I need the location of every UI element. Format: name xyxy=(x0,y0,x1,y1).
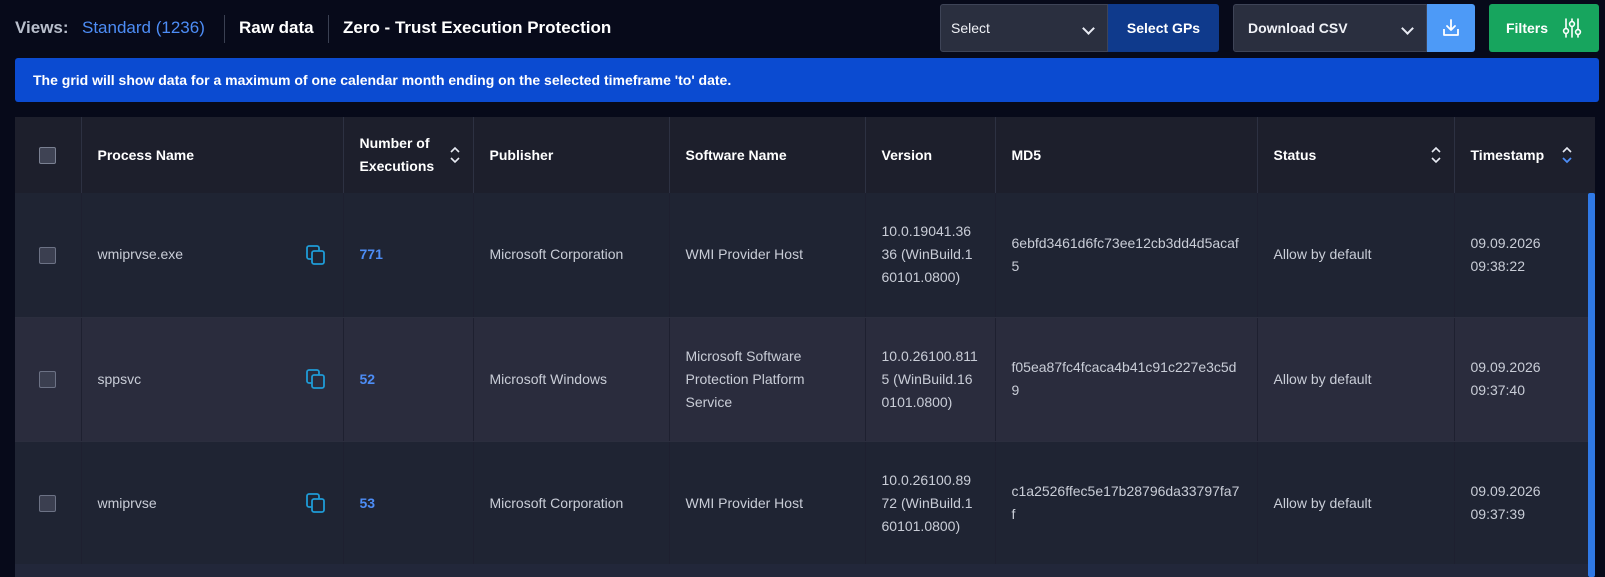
select-gps-button[interactable]: Select GPs xyxy=(1108,4,1219,52)
partial-next-row xyxy=(15,564,1588,577)
view-zero-trust-link[interactable]: Zero - Trust Execution Protection xyxy=(343,18,611,38)
column-header-executions[interactable]: Number of Executions xyxy=(343,117,474,193)
row-select-cell xyxy=(15,441,82,566)
column-header-status-label: Status xyxy=(1273,146,1317,163)
timestamp-cell: 09.09.2026 09:38:22 xyxy=(1454,193,1595,318)
column-header-publisher[interactable]: Publisher xyxy=(473,117,670,193)
view-standard-link[interactable]: Standard (1236) xyxy=(82,18,205,38)
sliders-icon xyxy=(1562,18,1582,38)
download-format-dropdown[interactable]: Download CSV xyxy=(1233,4,1427,52)
table-row[interactable]: wmiprvse 53 Microsoft Corporation WMI Pr… xyxy=(15,441,1595,566)
process-name-cell: sppsvc xyxy=(81,317,344,442)
download-button[interactable] xyxy=(1427,4,1475,52)
download-format-value: Download CSV xyxy=(1248,20,1348,36)
publisher-cell: Microsoft Corporation xyxy=(473,193,670,318)
sort-icon[interactable] xyxy=(449,144,461,166)
column-header-status[interactable]: Status xyxy=(1257,117,1455,193)
timestamp-cell: 09.09.2026 09:37:40 xyxy=(1454,317,1595,442)
column-header-process[interactable]: Process Name xyxy=(81,117,344,193)
publisher-cell: Microsoft Windows xyxy=(473,317,670,442)
status-cell: Allow by default xyxy=(1257,317,1455,442)
select-all-cell xyxy=(15,117,82,193)
table-row[interactable]: wmiprvse.exe 771 Microsoft Corporation W… xyxy=(15,193,1595,318)
copy-icon[interactable] xyxy=(305,492,327,514)
sort-descending-icon[interactable] xyxy=(1561,144,1573,166)
table-header-row: Process Name Number of Executions Publis… xyxy=(15,117,1595,193)
view-divider xyxy=(328,15,329,43)
software-name-cell: WMI Provider Host xyxy=(669,441,866,566)
column-header-executions-label: Number of Executions xyxy=(359,135,435,174)
copy-icon[interactable] xyxy=(305,368,327,390)
process-name: wmiprvse.exe xyxy=(97,246,184,263)
md5-cell: f05ea87fc4fcaca4b41c91c227e3c5d9 xyxy=(995,317,1258,442)
status-cell: Allow by default xyxy=(1257,441,1455,566)
row-checkbox[interactable] xyxy=(39,247,57,265)
row-checkbox[interactable] xyxy=(39,371,57,389)
gp-select-value: Select xyxy=(951,20,990,36)
process-name-cell: wmiprvse xyxy=(81,441,344,566)
grid-scrollbar[interactable] xyxy=(1588,193,1595,577)
info-banner: The grid will show data for a maximum of… xyxy=(15,58,1599,102)
executions-cell: 771 xyxy=(343,193,474,318)
download-icon xyxy=(1443,19,1459,36)
publisher-cell: Microsoft Corporation xyxy=(473,441,670,566)
table-row[interactable]: sppsvc 52 Microsoft Windows Microsoft So… xyxy=(15,317,1595,442)
software-name-cell: Microsoft Software Protection Platform S… xyxy=(669,317,866,442)
status-cell: Allow by default xyxy=(1257,193,1455,318)
chevron-down-icon xyxy=(1401,22,1414,35)
timestamp-cell: 09.09.2026 09:37:39 xyxy=(1454,441,1595,566)
view-divider xyxy=(224,15,225,43)
md5-cell: c1a2526ffec5e17b28796da33797fa7f xyxy=(995,441,1258,566)
version-cell: 10.0.26100.8972 (WinBuild.160101.0800) xyxy=(865,441,996,566)
row-checkbox[interactable] xyxy=(39,495,57,513)
process-name: wmiprvse xyxy=(97,494,157,511)
views-label: Views: xyxy=(15,18,69,37)
version-cell: 10.0.19041.3636 (WinBuild.160101.0800) xyxy=(865,193,996,318)
row-select-cell xyxy=(15,317,82,442)
filters-label: Filters xyxy=(1505,20,1548,36)
copy-icon[interactable] xyxy=(305,244,327,266)
column-header-md5[interactable]: MD5 xyxy=(995,117,1258,193)
info-banner-text: The grid will show data for a maximum of… xyxy=(33,72,732,88)
executions-cell: 53 xyxy=(343,441,474,566)
column-header-timestamp[interactable]: Timestamp xyxy=(1454,117,1595,193)
version-cell: 10.0.26100.8115 (WinBuild.160101.0800) xyxy=(865,317,996,442)
view-raw-data-link[interactable]: Raw data xyxy=(239,18,314,38)
executions-link[interactable]: 52 xyxy=(360,371,376,387)
process-name: sppsvc xyxy=(97,370,142,387)
executions-link[interactable]: 53 xyxy=(360,495,376,511)
chevron-down-icon xyxy=(1082,22,1095,35)
process-name-cell: wmiprvse.exe xyxy=(81,193,344,318)
filters-button[interactable]: Filters xyxy=(1489,4,1599,52)
software-name-cell: WMI Provider Host xyxy=(669,193,866,318)
md5-cell: 6ebfd3461d6fc73ee12cb3dd4d5acaf5 xyxy=(995,193,1258,318)
gp-select-dropdown[interactable]: Select xyxy=(940,4,1108,52)
row-select-cell xyxy=(15,193,82,318)
top-toolbar: Views: Standard (1236) Raw data Zero - T… xyxy=(0,0,1605,56)
executions-link[interactable]: 771 xyxy=(360,246,383,262)
column-header-timestamp-label: Timestamp xyxy=(1470,146,1545,163)
executions-cell: 52 xyxy=(343,317,474,442)
column-header-version[interactable]: Version xyxy=(865,117,996,193)
data-grid: Process Name Number of Executions Publis… xyxy=(15,117,1595,577)
sort-icon[interactable] xyxy=(1430,144,1442,166)
data-table: Process Name Number of Executions Publis… xyxy=(15,117,1595,566)
select-all-checkbox[interactable] xyxy=(39,147,57,165)
column-header-software[interactable]: Software Name xyxy=(669,117,866,193)
